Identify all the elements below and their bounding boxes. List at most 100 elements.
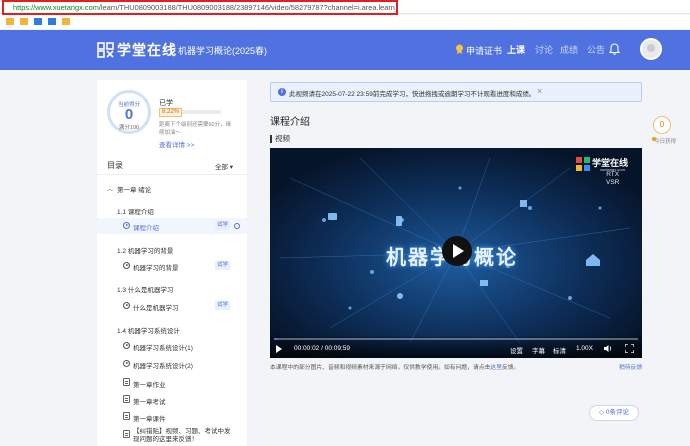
daily-points-text: 今日获得 <box>654 139 677 145</box>
toc-label: 第一章课件 <box>133 416 166 423</box>
document-icon <box>123 378 130 386</box>
playback-time: 00:00:02 / 00:09:59 <box>294 345 351 352</box>
toc-item[interactable]: 机器学习系统设计(1) <box>97 338 247 354</box>
learning-progress-percent: 8.22% <box>159 108 183 117</box>
apply-certificate-link[interactable]: 申请证书 <box>466 44 502 57</box>
toc-item[interactable]: 什么是机器学习 试学 <box>97 298 247 314</box>
toc-label: 1.1 课程介绍 <box>117 209 154 216</box>
logo-text[interactable]: 学堂在线 <box>117 40 177 60</box>
current-item-indicator <box>234 223 240 229</box>
toc-item[interactable]: 课程介绍 试学 <box>97 218 247 234</box>
copyright-disclaimer: 本课程中的部分图片、音频和视频素材来源于网络，仅供教学使用。如有问题，请点击这里… <box>270 362 519 371</box>
toc-item[interactable]: 第一章作业 <box>97 375 247 391</box>
bookmark-app-icon[interactable] <box>34 18 42 25</box>
daily-points-badge[interactable]: 0 <box>653 116 671 134</box>
course-title: 机器学习概论(2025春) <box>178 46 268 56</box>
trial-badge: 试学 <box>215 221 231 230</box>
browser-address-bar: https://www.xuetangx.com/learn/THU080900… <box>0 0 690 15</box>
toc-item[interactable]: 第一章课件 <box>97 409 247 425</box>
settings-button[interactable]: 设置 <box>510 345 523 355</box>
info-icon: i <box>278 88 286 96</box>
speed-button[interactable]: 1.00X <box>576 345 593 352</box>
bookmark-app-icon[interactable] <box>48 18 56 25</box>
toc-section[interactable]: 1.3 什么是机器学习 <box>97 280 247 296</box>
document-icon <box>123 412 130 420</box>
nav-grades[interactable]: 成绩 <box>560 43 578 56</box>
video-logo-icon <box>576 157 590 171</box>
play-circle-icon <box>123 360 130 367</box>
play-icon[interactable] <box>276 345 282 353</box>
url-field[interactable]: https://www.xuetangx.com/learn/THU080900… <box>2 0 398 15</box>
toc-label: 【纠错贴】视频、习题、考试中发现问题的这里来反馈！ <box>133 428 231 443</box>
toc-label: 1.3 什么是机器学习 <box>117 287 174 294</box>
subtitles-button[interactable]: 字幕 <box>532 345 545 355</box>
toc-label: 什么是机器学习 <box>133 305 179 312</box>
nav-discussion[interactable]: 讨论 <box>535 43 553 56</box>
toc-section[interactable]: 1.4 机器学习系统设计 <box>97 321 247 337</box>
bookmark-folder-icon[interactable] <box>6 18 14 25</box>
toc-chapter[interactable]: ︿ 第一章 绪论 <box>97 180 247 196</box>
rtx-label: RTX <box>606 171 620 178</box>
close-icon[interactable]: × <box>537 86 542 96</box>
toc-item[interactable]: 机器学习系统设计(2) <box>97 356 247 372</box>
notice-text: 此视频请在2025-07-22 23:59前完成学习，快进拖拽或逾期学习不计观看… <box>289 91 536 98</box>
nav-class[interactable]: 上课 <box>507 43 525 56</box>
trial-badge: 试学 <box>215 261 231 270</box>
volume-icon[interactable] <box>604 345 612 352</box>
toc-filter-dropdown[interactable]: 全部 ▾ <box>215 161 233 171</box>
site-header: 学堂在线 机器学习概论(2025春) 申请证书 上课 讨论 成绩 公告 <box>0 30 690 70</box>
play-circle-icon <box>123 262 130 269</box>
video-label: 视频 <box>270 135 290 143</box>
document-icon <box>123 430 130 438</box>
view-details-link[interactable]: 查看详情 >> <box>159 139 194 149</box>
bookmark-folder-icon[interactable] <box>62 18 70 25</box>
toc-label: 机器学习系统设计(1) <box>133 345 193 352</box>
deadline-notice: i 此视频请在2025-07-22 23:59前完成学习，快进拖拽或逾期学习不计… <box>270 82 642 102</box>
toc-label: 机器学习的背景 <box>133 265 179 272</box>
disclaimer-end: 反馈。 <box>501 365 520 371</box>
toc-title: 目录 <box>107 161 123 170</box>
toc-item[interactable]: 机器学习的背景 试学 <box>97 258 247 274</box>
score-ring: 当前得分 0 满分100 <box>107 90 151 134</box>
header-divider <box>170 44 171 56</box>
toc-item[interactable]: 【纠错贴】视频、习题、考试中发现问题的这里来反馈！ <box>97 427 247 443</box>
toc-divider <box>97 174 247 175</box>
toc-label: 1.2 机器学习的背景 <box>117 248 174 255</box>
seek-bar-fill <box>274 338 277 340</box>
score-hint: 距离下个级别还需要60分，继续加油～ <box>159 122 232 136</box>
seek-bar[interactable] <box>274 338 638 340</box>
comments-button[interactable]: ◇ 0条评论 <box>589 405 639 421</box>
toc-label: 第一章作业 <box>133 382 166 389</box>
document-icon <box>123 395 130 403</box>
daily-points-label: 今日获得 <box>651 137 676 145</box>
feedback-link[interactable]: 这里 <box>490 365 502 371</box>
play-button[interactable] <box>442 236 472 266</box>
chevron-up-icon[interactable]: ︿ <box>107 184 113 193</box>
fullscreen-icon[interactable] <box>625 344 634 353</box>
certificate-icon[interactable] <box>455 44 464 54</box>
toc-label: 1.4 机器学习系统设计 <box>117 328 180 335</box>
video-controls: 00:00:02 / 00:09:59 设置 字幕 标清 1.00X <box>270 336 642 358</box>
course-sidebar: 当前得分 0 满分100 已学 8.22% 距离下个级别还需要60分，继续加油～… <box>97 80 247 446</box>
feedback-right-link[interactable]: 稍待反馈 <box>619 362 642 371</box>
toc-label: 第一章 绪论 <box>117 187 152 194</box>
section-title: 课程介绍 <box>270 117 310 128</box>
play-circle-icon <box>123 342 130 349</box>
toc-item[interactable]: 第一章考试 <box>97 392 247 408</box>
toc-label: 机器学习系统设计(2) <box>133 363 193 370</box>
toc-section[interactable]: 1.1 课程介绍 <box>97 202 247 218</box>
quality-button[interactable]: 标清 <box>553 345 566 355</box>
xuetang-logo-icon[interactable] <box>97 41 115 59</box>
disclaimer-text: 本课程中的部分图片、音频和视频素材来源于网络，仅供教学使用。如有问题，请点击 <box>270 365 491 371</box>
video-player[interactable]: 学堂在线 xuetangx.com RTX VSR 机器学习概论 00:00:0… <box>270 148 642 358</box>
bookmarks-bar <box>0 15 690 29</box>
nav-announcements[interactable]: 公告 <box>587 43 605 56</box>
bookmark-folder-icon[interactable] <box>20 18 28 25</box>
learned-label: 已学 <box>159 100 173 107</box>
user-avatar[interactable] <box>640 38 662 60</box>
toc-section[interactable]: 1.2 机器学习的背景 <box>97 241 247 257</box>
score-value: 0 <box>124 106 134 123</box>
rtx-vsr-badge: RTX VSR <box>606 171 619 187</box>
toc-label: 课程介绍 <box>133 225 159 232</box>
bell-icon[interactable] <box>609 43 620 55</box>
